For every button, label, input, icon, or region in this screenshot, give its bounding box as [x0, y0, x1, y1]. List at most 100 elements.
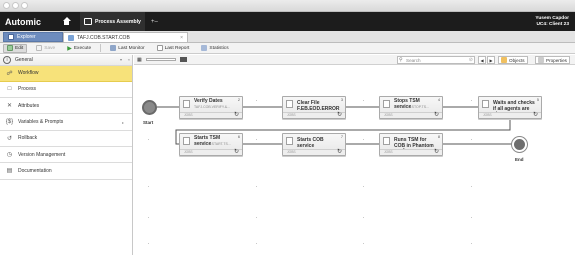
task-name: Starts COB service: [297, 137, 324, 149]
info-icon: i: [3, 55, 11, 64]
sidebar-item-label: Attributes: [18, 102, 40, 109]
home-icon[interactable]: [62, 17, 71, 26]
user-info: Yusem Capdor UC4: Client 23: [535, 16, 569, 27]
save-button[interactable]: Save: [33, 44, 58, 53]
sidebar-item-documentation[interactable]: ▤ Documentation: [0, 163, 132, 180]
tab-process-assembly[interactable]: Process Assembly: [80, 12, 145, 31]
refresh-icon[interactable]: ↻: [533, 112, 538, 118]
task-name: Verify Dates: [194, 98, 223, 104]
task-type: JOBS: [483, 113, 492, 117]
process-icon: □: [7, 86, 12, 93]
sidebar-item-version-management[interactable]: ◷ Version Management: [0, 147, 132, 164]
sidebar-item-rollback[interactable]: ↺ Rollback: [0, 131, 132, 147]
sidebar-item-workflow[interactable]: ☍ Workflow: [0, 65, 132, 82]
chevron-down-icon[interactable]: ▾: [120, 57, 122, 62]
window-titlebar: [0, 0, 575, 12]
workflow-task-node[interactable]: Clear File F.EB.EOD.ERROR 3 JOBS ↻: [282, 96, 346, 119]
workflow-task-node[interactable]: Runs TSM for COB in Phantom mode8JOBS↻: [379, 133, 443, 156]
workflow-task-node[interactable]: Stops TSM service TAFJ.COB.STOP.TS... 4 JOB…: [379, 96, 443, 119]
document-tabs: Explorer TAFJ.COB.START.COB ×: [0, 31, 575, 43]
workflow-canvas[interactable]: ▦ ⚲ Search ⊘ ◀ ▶ Objects Properties Star…: [134, 55, 575, 255]
tab-object[interactable]: TAFJ.COB.START.COB ×: [63, 32, 188, 42]
close-window-button[interactable]: [3, 2, 10, 9]
edit-label: Edit: [15, 45, 24, 51]
workflow-task-node[interactable]: Verify Dates TAFJ.COB.VERIFY.&... 2 JOBS ↻: [179, 96, 243, 119]
statistics-button[interactable]: Statistics: [198, 44, 231, 53]
refresh-icon[interactable]: ↻: [434, 149, 439, 155]
documentation-icon: ▤: [6, 168, 13, 175]
task-number: 7: [340, 135, 343, 139]
task-type: JOBS: [184, 150, 193, 154]
workflow-task-node[interactable]: Waits and checks if all agents are st...…: [478, 96, 542, 119]
app-header: Automic Process Assembly +– Yusem Capdor…: [0, 12, 575, 31]
minimize-window-button[interactable]: [12, 2, 19, 9]
task-number: 5: [536, 98, 539, 102]
main-area: i General ▾ « ☍ Workflow □ Process ✕ Attribut…: [0, 55, 575, 255]
variables-icon: {$}: [5, 119, 14, 126]
last-report-button[interactable]: Last Report: [154, 44, 193, 53]
job-icon: [482, 100, 489, 108]
edit-button[interactable]: Edit: [3, 43, 28, 53]
sidebar: i General ▾ « ☍ Workflow □ Process ✕ Attribut…: [0, 55, 133, 255]
save-icon: [36, 45, 43, 51]
rollback-icon: ↺: [6, 135, 13, 142]
sidebar-item-variables-prompts[interactable]: {$} Variables & Prompts ▸: [0, 114, 132, 131]
tab-label: Process Assembly: [95, 18, 141, 25]
sidebar-item-label: Documentation: [18, 167, 52, 174]
task-type: JOBS: [384, 113, 393, 117]
explorer-icon: [8, 34, 14, 40]
task-number: 3: [340, 98, 343, 102]
refresh-icon[interactable]: ↻: [234, 112, 239, 118]
workflow-task-node[interactable]: Starts TSM service TAFJ.COB.START.TS... 6 J…: [179, 133, 243, 156]
user-name: Yusem Capdor: [535, 16, 569, 21]
task-type: JOBS: [287, 113, 296, 117]
job-icon: [183, 100, 190, 108]
sidebar-nav: ☍ Workflow □ Process ✕ Attributes {$} Variables…: [0, 65, 132, 180]
sidebar-item-process[interactable]: □ Process: [0, 82, 132, 99]
task-number: 8: [437, 135, 440, 139]
refresh-icon[interactable]: ↻: [337, 112, 342, 118]
task-number: 6: [237, 135, 240, 139]
close-tab-icon[interactable]: ×: [180, 35, 183, 41]
task-name: Clear File F.EB.EOD.ERROR: [297, 100, 340, 112]
zoom-window-button[interactable]: [21, 2, 28, 9]
job-icon: [383, 137, 390, 145]
workflow-task-node[interactable]: Starts COB service 7 JOBS ↻: [282, 133, 346, 156]
tab-label: Explorer: [17, 34, 36, 40]
sidebar-item-label: Rollback: [18, 135, 38, 142]
chevron-right-icon: ▸: [121, 119, 124, 125]
edit-icon: [7, 45, 13, 51]
sidebar-item-attributes[interactable]: ✕ Attributes: [0, 98, 132, 115]
client-name: UC4: Client 23: [536, 21, 569, 27]
task-number: 4: [437, 98, 440, 102]
object-toolbar: Edit Save ▶ Execute Last Monitor Last Rep…: [0, 43, 575, 54]
tab-explorer[interactable]: Explorer: [3, 32, 63, 42]
sidebar-item-label: Process: [18, 86, 37, 93]
save-label: Save: [44, 45, 56, 51]
task-number: 2: [237, 98, 240, 102]
start-node[interactable]: [142, 100, 157, 115]
tab-label: TAFJ.COB.START.COB: [77, 34, 130, 41]
last-monitor-button[interactable]: Last Monitor: [107, 44, 147, 53]
collapse-icon[interactable]: «: [128, 57, 130, 62]
refresh-icon[interactable]: ↻: [434, 112, 439, 118]
job-icon: [183, 137, 190, 145]
monitor-icon: [110, 45, 117, 51]
add-tab-button[interactable]: +–: [151, 19, 158, 25]
job-icon: [286, 137, 293, 145]
task-type: JOBS: [384, 150, 393, 154]
execute-button[interactable]: ▶ Execute: [64, 44, 94, 53]
end-node[interactable]: [512, 137, 527, 152]
refresh-icon[interactable]: ↻: [337, 149, 342, 155]
task-object-name: TAFJ.COB.VERIFY.&...: [194, 105, 231, 109]
sidebar-item-label: Version Management: [18, 151, 66, 158]
statistics-icon: [201, 45, 208, 51]
job-icon: [383, 100, 390, 108]
general-section-header[interactable]: i General ▾ «: [0, 55, 132, 66]
clock-icon: ◷: [6, 152, 13, 159]
task-type: JOBS: [184, 113, 193, 117]
refresh-icon[interactable]: ↻: [234, 149, 239, 155]
statistics-label: Statistics: [209, 45, 229, 51]
start-label: Start: [143, 120, 154, 125]
end-label: End: [515, 157, 524, 162]
